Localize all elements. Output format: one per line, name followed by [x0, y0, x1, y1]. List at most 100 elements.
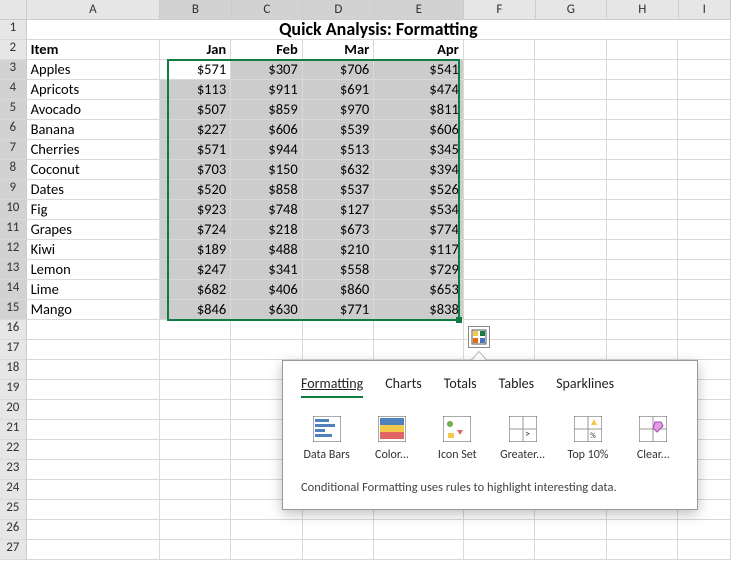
cell-11-H[interactable] [607, 220, 679, 240]
item-lemon[interactable]: Lemon [27, 260, 160, 280]
select-all-corner[interactable] [0, 0, 27, 19]
item-mango[interactable]: Mango [27, 300, 160, 320]
val-3-apr[interactable]: $541 [374, 60, 464, 80]
val-9-feb[interactable]: $858 [231, 180, 303, 200]
val-4-feb[interactable]: $911 [231, 80, 303, 100]
cell-27-B[interactable] [160, 540, 232, 560]
cell-3-F[interactable] [464, 60, 536, 80]
cell-25-B[interactable] [160, 500, 232, 520]
column-header-G[interactable]: G [536, 0, 607, 19]
val-7-mar[interactable]: $513 [303, 140, 375, 160]
cell-16-D[interactable] [303, 320, 375, 340]
column-header-B[interactable]: B [160, 0, 231, 19]
header-feb[interactable]: Feb [231, 40, 303, 60]
cell-16-B[interactable] [160, 320, 232, 340]
cell-7-G[interactable] [535, 140, 607, 160]
cell-3-H[interactable] [607, 60, 679, 80]
cell-4-H[interactable] [607, 80, 679, 100]
row-header-17[interactable]: 17 [0, 340, 27, 360]
row-header-15[interactable]: 15 [0, 300, 27, 320]
cell-5-H[interactable] [607, 100, 679, 120]
cell-13-F[interactable] [464, 260, 536, 280]
val-15-mar[interactable]: $771 [303, 300, 375, 320]
title-cell[interactable]: Quick Analysis: Formatting [27, 20, 731, 40]
item-grapes[interactable]: Grapes [27, 220, 160, 240]
cell-26-E[interactable] [374, 520, 464, 540]
qa-option-icon-set[interactable]: Icon Set [432, 416, 483, 462]
cell-26-A[interactable] [27, 520, 160, 540]
val-13-feb[interactable]: $341 [231, 260, 303, 280]
cell-5-I[interactable] [678, 100, 731, 120]
val-12-mar[interactable]: $210 [303, 240, 375, 260]
qa-tab-totals[interactable]: Totals [444, 375, 477, 398]
row-header-20[interactable]: 20 [0, 400, 27, 420]
val-4-mar[interactable]: $691 [303, 80, 375, 100]
header-mar[interactable]: Mar [303, 40, 375, 60]
row-header-1[interactable]: 1 [0, 20, 27, 40]
row-header-4[interactable]: 4 [0, 80, 27, 100]
cell-14-G[interactable] [535, 280, 607, 300]
cell-I2[interactable] [678, 40, 731, 60]
val-8-jan[interactable]: $703 [160, 160, 232, 180]
cell-17-C[interactable] [231, 340, 303, 360]
val-6-feb[interactable]: $606 [231, 120, 303, 140]
val-5-jan[interactable]: $507 [160, 100, 232, 120]
row-header-6[interactable]: 6 [0, 120, 27, 140]
val-5-apr[interactable]: $811 [374, 100, 464, 120]
cell-22-B[interactable] [160, 440, 232, 460]
cell-26-B[interactable] [160, 520, 232, 540]
header-apr[interactable]: Apr [374, 40, 464, 60]
cell-19-A[interactable] [27, 380, 160, 400]
cell-26-C[interactable] [231, 520, 303, 540]
row-header-22[interactable]: 22 [0, 440, 27, 460]
cell-13-I[interactable] [678, 260, 731, 280]
qa-option-color-[interactable]: Color... [366, 416, 417, 462]
item-fig[interactable]: Fig [27, 200, 160, 220]
cell-8-I[interactable] [678, 160, 731, 180]
cell-16-C[interactable] [231, 320, 303, 340]
cell-27-H[interactable] [607, 540, 679, 560]
row-header-11[interactable]: 11 [0, 220, 27, 240]
cell-5-F[interactable] [464, 100, 536, 120]
qa-tab-charts[interactable]: Charts [385, 375, 422, 398]
row-header-13[interactable]: 13 [0, 260, 27, 280]
val-12-jan[interactable]: $189 [160, 240, 232, 260]
cell-5-G[interactable] [535, 100, 607, 120]
val-8-apr[interactable]: $394 [374, 160, 464, 180]
qa-option-data-bars[interactable]: Data Bars [301, 416, 352, 462]
cell-11-G[interactable] [535, 220, 607, 240]
cell-26-G[interactable] [535, 520, 607, 540]
cell-7-F[interactable] [464, 140, 536, 160]
row-header-2[interactable]: 2 [0, 40, 27, 60]
val-11-mar[interactable]: $673 [303, 220, 375, 240]
cell-6-F[interactable] [464, 120, 536, 140]
val-11-jan[interactable]: $724 [160, 220, 232, 240]
val-10-mar[interactable]: $127 [303, 200, 375, 220]
column-header-H[interactable]: H [607, 0, 678, 19]
cell-13-G[interactable] [535, 260, 607, 280]
cell-25-A[interactable] [27, 500, 160, 520]
column-header-F[interactable]: F [464, 0, 535, 19]
cell-4-I[interactable] [678, 80, 731, 100]
val-3-jan[interactable]: $571 [160, 60, 232, 80]
row-header-5[interactable]: 5 [0, 100, 27, 120]
column-header-D[interactable]: D [303, 0, 374, 19]
row-header-12[interactable]: 12 [0, 240, 27, 260]
cell-10-I[interactable] [678, 200, 731, 220]
cell-18-B[interactable] [160, 360, 232, 380]
qa-option-top-10-[interactable]: %Top 10% [562, 416, 613, 462]
row-header-3[interactable]: 3 [0, 60, 27, 80]
quick-analysis-button[interactable] [468, 326, 490, 348]
val-5-feb[interactable]: $859 [231, 100, 303, 120]
cell-9-G[interactable] [535, 180, 607, 200]
val-8-feb[interactable]: $150 [231, 160, 303, 180]
cell-27-D[interactable] [303, 540, 375, 560]
val-8-mar[interactable]: $632 [303, 160, 375, 180]
val-12-apr[interactable]: $117 [374, 240, 464, 260]
row-header-9[interactable]: 9 [0, 180, 27, 200]
cell-6-G[interactable] [535, 120, 607, 140]
cell-9-F[interactable] [464, 180, 536, 200]
qa-option-greater-[interactable]: >Greater... [497, 416, 548, 462]
cell-24-B[interactable] [160, 480, 232, 500]
row-header-23[interactable]: 23 [0, 460, 27, 480]
